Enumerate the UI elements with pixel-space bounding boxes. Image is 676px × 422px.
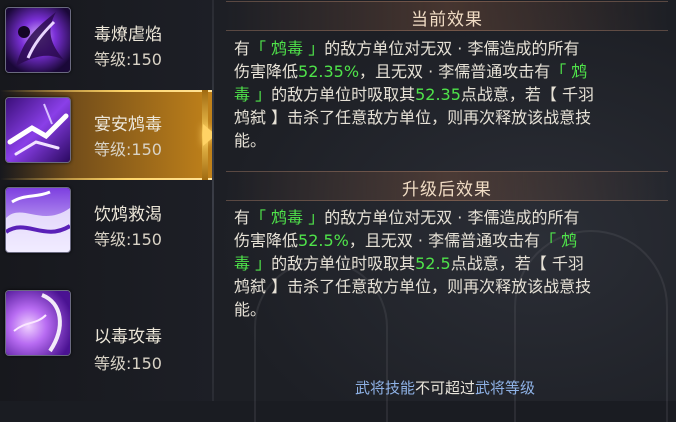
desc-line: 能。 — [234, 300, 267, 319]
desc-line: 毒 」的敌方单位时吸取其52.35点战意，若【 千羽 — [234, 85, 595, 104]
desc-line: 伤害降低52.35%，且无双 · 李儒普通攻击有「 鸩 — [234, 62, 588, 81]
flame-poison-icon — [5, 7, 71, 73]
desc-line: 能。 — [234, 131, 267, 150]
poison-orb-icon — [5, 290, 71, 356]
skill-list: 毒燎虐焰 等级:150 宴安鸩毒 等级:150 饮鸩救渴 等级:150 以毒攻毒… — [0, 0, 212, 401]
upgraded-effect-text: 有「 鸩毒 」的敌方单位对无双 · 李儒造成的所有 伤害降低52.5%，且无双 … — [234, 206, 662, 321]
skill-item-3[interactable]: 饮鸩救渴 等级:150 — [0, 180, 212, 270]
skill-name: 以毒攻毒 — [94, 327, 162, 347]
desc-line: 有「 鸩毒 」的敌方单位对无双 · 李儒造成的所有 — [234, 208, 580, 227]
desc-line: 伤害降低52.5%，且无双 · 李儒普通攻击有「 鸩 — [234, 231, 578, 250]
poison-chalice-icon — [5, 97, 71, 163]
skill-name: 毒燎虐焰 — [94, 25, 162, 45]
upgraded-effect-title: 升级后效果 — [402, 180, 492, 200]
skill-name: 饮鸩救渴 — [94, 205, 162, 225]
poison-wave-icon — [5, 187, 71, 253]
level-cap-note: 武将技能不可超过武将等级 — [354, 379, 536, 397]
skill-item-2[interactable]: 宴安鸩毒 等级:150 — [0, 90, 212, 180]
desc-line: 有「 鸩毒 」的敌方单位对无双 · 李儒造成的所有 — [234, 39, 580, 58]
desc-line: 毒 」的敌方单位时吸取其52.5点战意，若【 千羽 — [234, 254, 584, 273]
current-effect-text: 有「 鸩毒 」的敌方单位对无双 · 李儒造成的所有 伤害降低52.35%，且无双… — [234, 37, 662, 152]
skill-item-4[interactable]: 以毒攻毒 等级:150 — [0, 290, 212, 380]
skill-level: 等级:150 — [94, 230, 162, 249]
upgraded-effect-header: 升级后效果 — [226, 171, 668, 201]
current-effect-title: 当前效果 — [411, 10, 483, 30]
skill-level: 等级:150 — [94, 354, 162, 373]
skill-level: 等级:150 — [94, 50, 162, 69]
desc-line: 鸩弑 】击杀了任意敌方单位，则再次释放该战意技 — [234, 277, 592, 296]
skill-level: 等级:150 — [94, 140, 162, 159]
desc-line: 鸩弑 】击杀了任意敌方单位，则再次释放该战意技 — [234, 108, 592, 127]
skill-name: 宴安鸩毒 — [94, 115, 162, 135]
skill-detail-panel: 当前效果 有「 鸩毒 」的敌方单位对无双 · 李儒造成的所有 伤害降低52.35… — [214, 0, 676, 422]
skill-item-1[interactable]: 毒燎虐焰 等级:150 — [0, 0, 212, 90]
current-effect-header: 当前效果 — [226, 1, 668, 31]
